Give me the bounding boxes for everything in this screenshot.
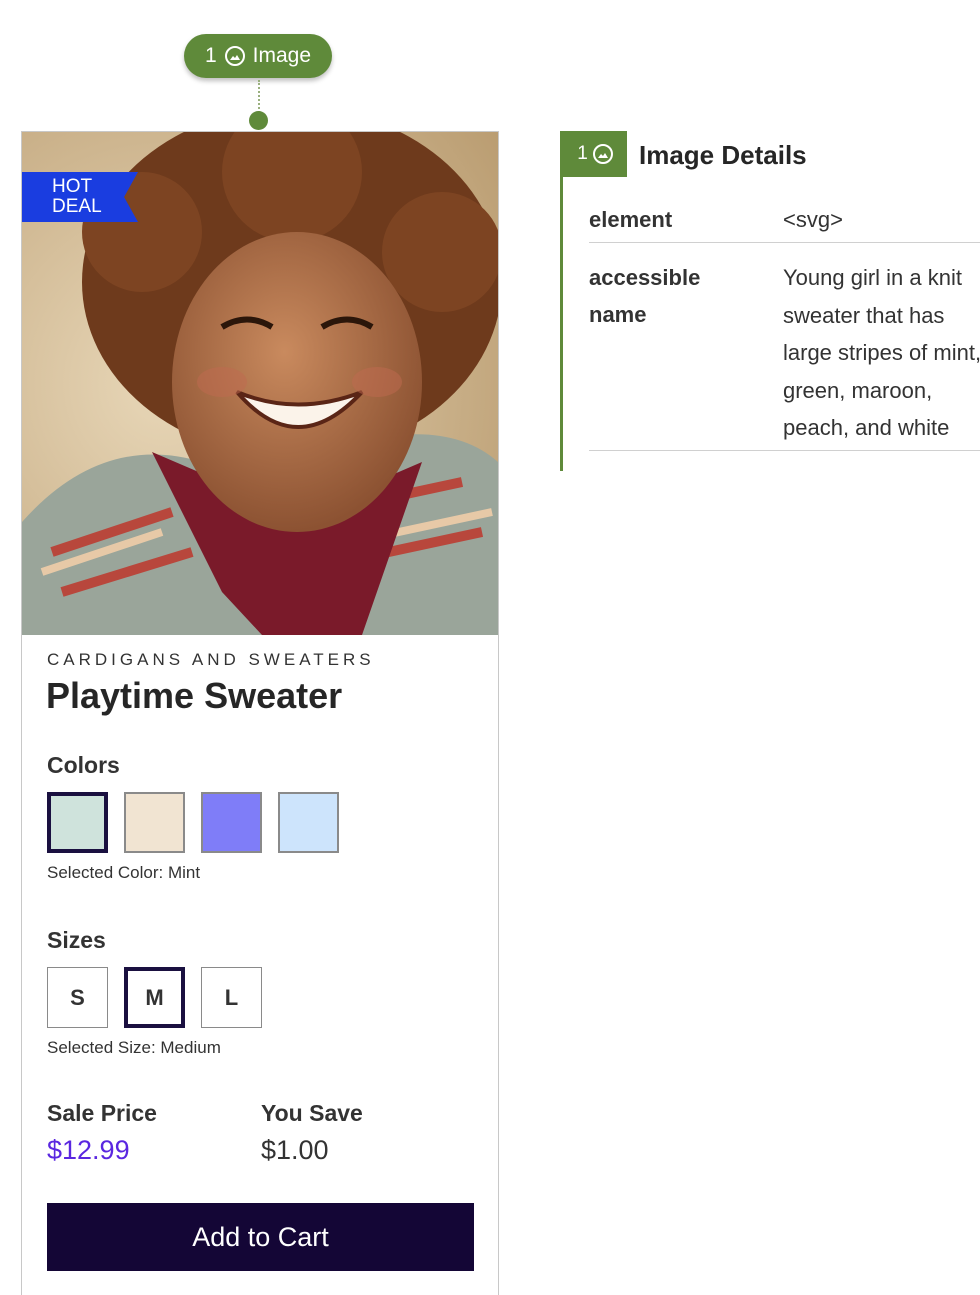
- details-row-accessible-name: accessible name Young girl in a knit swe…: [589, 259, 980, 451]
- color-swatches: [47, 792, 339, 853]
- details-title: Image Details: [639, 140, 807, 170]
- details-key: element: [589, 207, 673, 232]
- color-swatch-light-blue[interactable]: [278, 792, 339, 853]
- sale-price-block: Sale Price $12.99: [47, 1100, 157, 1166]
- image-details-panel: 1 Image Details element <svg> accessible…: [560, 131, 980, 471]
- colors-label: Colors: [47, 752, 120, 778]
- details-value: Young girl in a knit sweater that has la…: [783, 265, 980, 440]
- size-button-l[interactable]: L: [201, 967, 262, 1028]
- details-tab-number: 1: [577, 143, 588, 164]
- hot-deal-line2: DEAL: [52, 196, 102, 217]
- hot-deal-line1: HOT: [52, 176, 93, 197]
- details-value: <svg>: [783, 207, 843, 232]
- product-category: CARDIGANS AND SWEATERS: [47, 650, 375, 669]
- size-button-s[interactable]: S: [47, 967, 108, 1028]
- color-swatch-periwinkle[interactable]: [201, 792, 262, 853]
- annotation-anchor-dot: [249, 111, 268, 130]
- details-tab: 1: [563, 131, 627, 177]
- you-save-block: You Save $1.00: [261, 1100, 363, 1166]
- add-to-cart-button[interactable]: Add to Cart: [47, 1203, 474, 1271]
- annotation-number: 1: [204, 44, 217, 67]
- sale-price-value: $12.99: [47, 1135, 130, 1165]
- sale-price-label: Sale Price: [47, 1100, 157, 1126]
- image-annotation-pill[interactable]: 1 Image: [184, 34, 332, 78]
- details-key: accessible name: [589, 265, 701, 327]
- hot-deal-badge: HOT DEAL: [22, 172, 138, 222]
- annotation-label: Image: [252, 44, 312, 67]
- color-swatch-mint[interactable]: [47, 792, 108, 853]
- selected-size-note: Selected Size: Medium: [47, 1038, 221, 1057]
- product-photo: HOT DEAL: [22, 132, 498, 635]
- selected-color-note: Selected Color: Mint: [47, 863, 201, 882]
- size-options: S M L: [47, 967, 262, 1028]
- color-swatch-peach[interactable]: [124, 792, 185, 853]
- size-button-m[interactable]: M: [124, 967, 185, 1028]
- product-title: Playtime Sweater: [46, 675, 343, 716]
- image-icon: [592, 144, 613, 164]
- sizes-label: Sizes: [47, 927, 106, 953]
- product-card: HOT DEAL CARDIGANS AND SWEATERS Playtime…: [21, 131, 499, 1295]
- details-row-element: element <svg>: [589, 201, 980, 243]
- you-save-label: You Save: [261, 1100, 363, 1126]
- you-save-value: $1.00: [261, 1135, 329, 1165]
- image-icon: [224, 46, 245, 66]
